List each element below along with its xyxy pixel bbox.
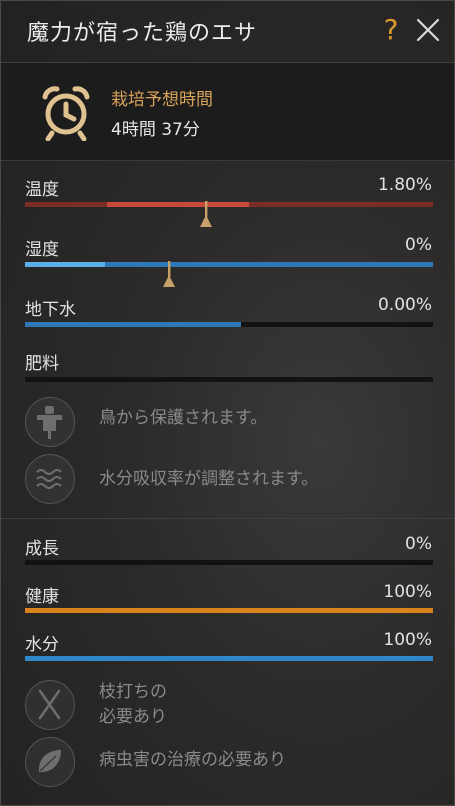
health-fill <box>25 608 433 613</box>
growth-value: 0% <box>405 534 432 554</box>
pest-effect-text: 病虫害の治療の必要あり <box>99 750 286 770</box>
water-label: 水分 <box>25 635 59 655</box>
scarecrow-icon <box>37 406 62 439</box>
pruning-shears-icon <box>38 689 61 720</box>
timer-label: 栽培予想時間 <box>111 90 213 110</box>
close-button[interactable] <box>415 17 441 43</box>
humidity-bar <box>25 262 433 267</box>
leaf-icon <box>38 750 61 773</box>
health-label: 健康 <box>25 587 59 607</box>
scarecrow-effect-icon <box>25 397 75 447</box>
fertilizer-bar <box>25 377 433 382</box>
water-waves-icon <box>36 469 62 489</box>
humidity-label: 湿度 <box>25 240 59 260</box>
panel-header: 魔力が宿った鶏のエサ ? <box>1 1 454 63</box>
pruning-effect-line1: 枝打ちの <box>99 682 167 702</box>
growth-label: 成長 <box>25 539 59 559</box>
alarm-clock-icon <box>42 86 90 141</box>
water-bar <box>25 656 433 661</box>
temperature-marker <box>200 201 212 227</box>
pest-effect-icon <box>25 737 75 787</box>
panel-title: 魔力が宿った鶏のエサ <box>27 21 258 46</box>
water-value: 100% <box>383 630 432 650</box>
humidity-value: 0% <box>405 235 432 255</box>
groundwater-bar <box>25 322 433 327</box>
temperature-bar <box>25 202 433 207</box>
water-fill <box>25 656 433 661</box>
growth-bar <box>25 560 433 565</box>
pruning-effect-icon <box>25 680 75 730</box>
close-icon <box>416 18 440 42</box>
humidity-optimal-range <box>25 262 105 267</box>
groundwater-fill <box>25 322 241 327</box>
timer-value: 4時間 37分 <box>111 120 200 140</box>
health-bar <box>25 608 433 613</box>
temperature-optimal-range <box>107 202 249 207</box>
section-divider <box>1 518 454 519</box>
help-button[interactable]: ? <box>379 13 403 47</box>
water-effect-text: 水分吸収率が調整されます。 <box>99 469 319 489</box>
temperature-value: 1.80% <box>377 175 432 195</box>
groundwater-value: 0.00% <box>377 295 432 315</box>
temperature-label: 温度 <box>25 180 59 200</box>
pruning-effect-line2: 必要あり <box>99 707 167 727</box>
fertilizer-label: 肥料 <box>25 354 59 374</box>
scarecrow-effect-text: 鳥から保護されます。 <box>99 408 268 428</box>
growth-timer-box: 栽培予想時間 4時間 37分 <box>1 63 454 161</box>
health-value: 100% <box>383 582 432 602</box>
crop-info-panel: 魔力が宿った鶏のエサ ? 栽培予想時間 4時間 37分 温度 1.80% 湿度 … <box>0 0 455 806</box>
groundwater-label: 地下水 <box>25 300 76 320</box>
water-effect-icon <box>25 454 75 504</box>
humidity-marker <box>163 261 175 287</box>
